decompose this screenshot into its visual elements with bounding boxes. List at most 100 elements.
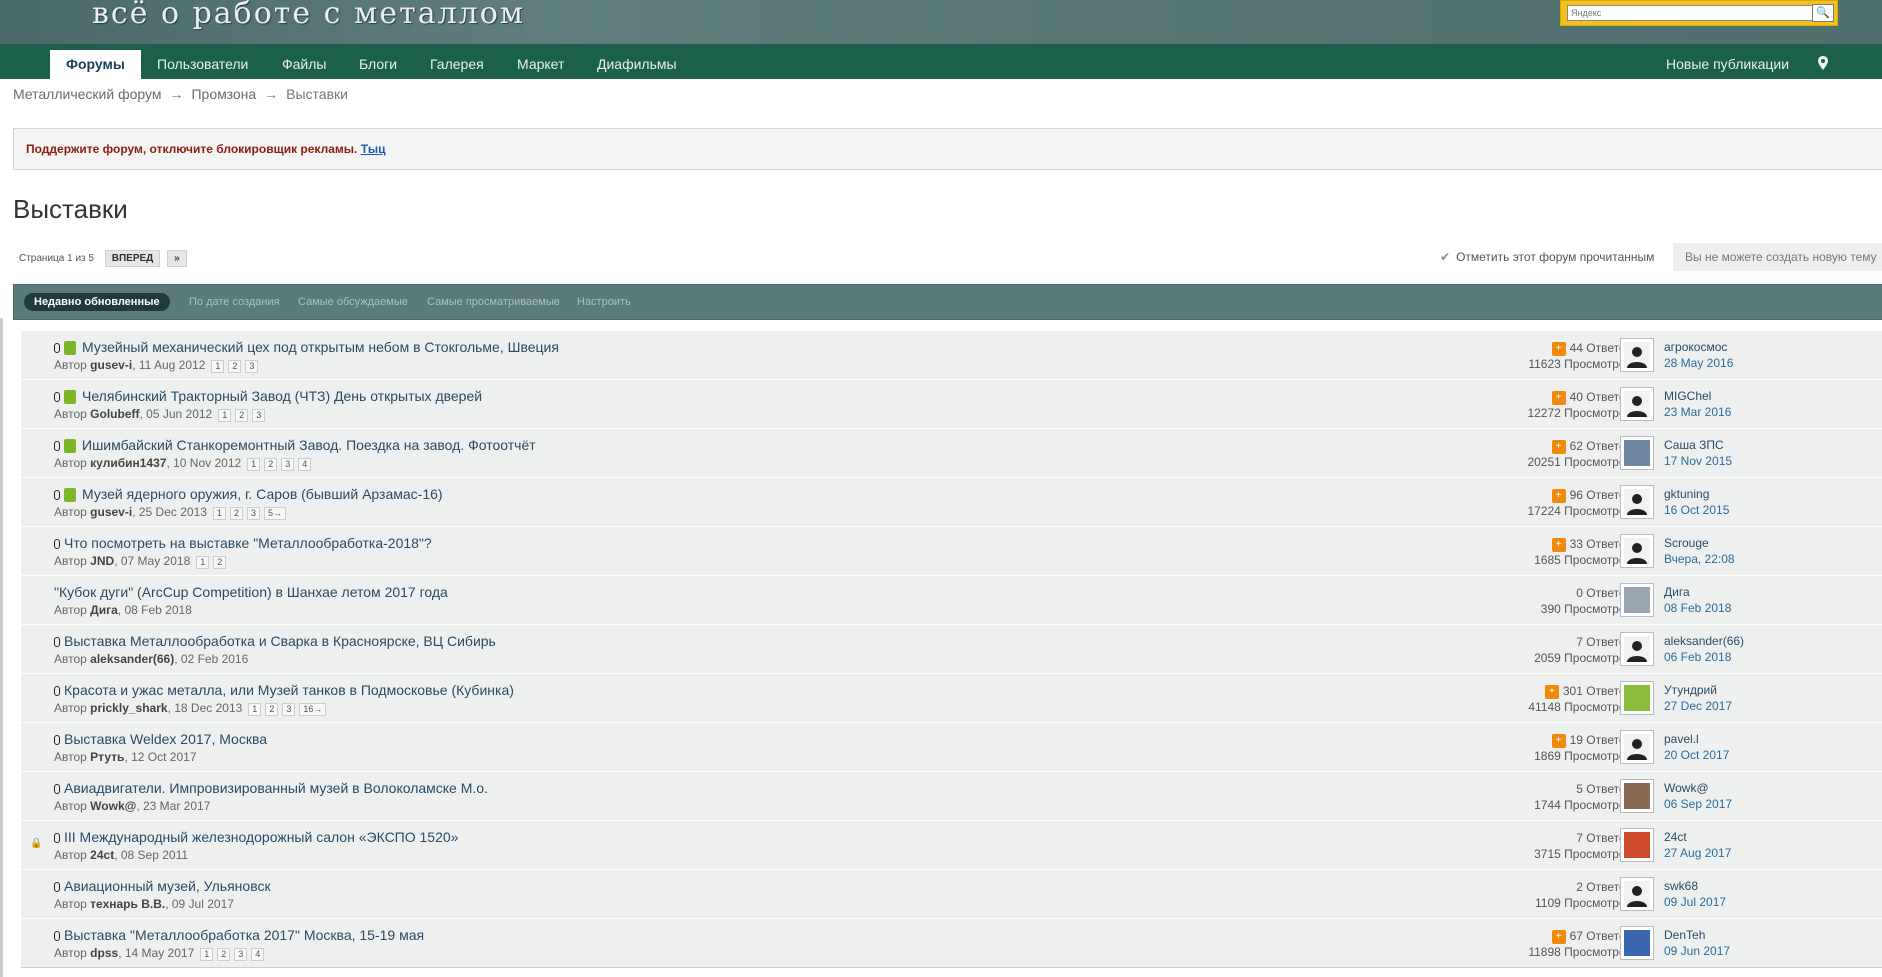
topic-title-link[interactable]: III Международный железнодорожный салон …	[64, 829, 458, 845]
topic-author[interactable]: Ртуть	[90, 750, 124, 764]
topic-page-link[interactable]: 2	[264, 458, 278, 471]
filter-recently-updated[interactable]: Недавно обновленные	[24, 293, 170, 311]
last-post-date[interactable]: 23 Mar 2016	[1664, 404, 1731, 420]
nav-tab-filmstrips[interactable]: Диафильмы	[581, 50, 693, 79]
notice-link[interactable]: Тыц	[361, 142, 386, 156]
nav-tab-market[interactable]: Маркет	[501, 50, 580, 79]
topic-author[interactable]: Wowk@	[90, 799, 136, 813]
last-post-user[interactable]: swk68	[1664, 878, 1726, 894]
avatar[interactable]	[1620, 436, 1654, 470]
topic-author[interactable]: Дига	[90, 603, 118, 617]
filter-by-creation-date[interactable]: По дате создания	[189, 293, 280, 311]
breadcrumb-promzona[interactable]: Промзона	[191, 86, 256, 102]
breadcrumb-metal-forum[interactable]: Металлический форум	[13, 86, 161, 102]
topic-page-link[interactable]: 1	[200, 948, 214, 961]
topic-page-link[interactable]: 3	[245, 360, 259, 373]
last-post-user[interactable]: aleksander(66)	[1664, 633, 1744, 649]
nav-tab-gallery[interactable]: Галерея	[414, 50, 500, 79]
topic-page-link[interactable]: 2	[228, 360, 242, 373]
avatar[interactable]	[1620, 926, 1654, 960]
filter-most-discussed[interactable]: Самые обсуждаемые	[298, 293, 408, 311]
last-post-date[interactable]: 16 Oct 2015	[1664, 502, 1729, 518]
topic-title-link[interactable]: Выставка Weldex 2017, Москва	[64, 731, 267, 747]
avatar[interactable]	[1620, 387, 1654, 421]
avatar[interactable]	[1620, 534, 1654, 568]
mark-forum-read[interactable]: ✔ Отметить этот форум прочитанным	[1440, 250, 1654, 264]
last-post-user[interactable]: MIGChel	[1664, 388, 1731, 404]
topic-author[interactable]: 24ct	[90, 848, 114, 862]
topic-title-link[interactable]: Что посмотреть на выставке "Металлообраб…	[64, 535, 432, 551]
filter-customize[interactable]: Настроить	[577, 293, 631, 311]
nav-tab-blogs[interactable]: Блоги	[343, 50, 413, 79]
cannot-create-topic-button[interactable]: Вы не можете создать новую тему	[1673, 243, 1882, 271]
topic-page-link[interactable]: 4	[298, 458, 312, 471]
avatar[interactable]	[1620, 338, 1654, 372]
topic-page-link[interactable]: 3	[234, 948, 248, 961]
nav-tab-forums[interactable]: Форумы	[50, 50, 141, 79]
topic-author[interactable]: gusev-i	[90, 505, 132, 519]
last-post-user[interactable]: 24ct	[1664, 829, 1731, 845]
topic-author[interactable]: prickly_shark	[90, 701, 167, 715]
topic-author[interactable]: кулибин1437	[90, 456, 166, 470]
topic-title-link[interactable]: Красота и ужас металла, или Музей танков…	[64, 682, 514, 698]
last-post-date[interactable]: 08 Feb 2018	[1664, 600, 1731, 616]
topic-page-link[interactable]: 3	[252, 409, 266, 422]
topic-page-link[interactable]: 2	[217, 948, 231, 961]
last-post-user[interactable]: агрокосмос	[1664, 339, 1733, 355]
topic-title-link[interactable]: Авиационный музей, Ульяновск	[64, 878, 271, 894]
last-post-user[interactable]: Wowk@	[1664, 780, 1732, 796]
topic-title-link[interactable]: Музей ядерного оружия, г. Саров (бывший …	[82, 486, 443, 502]
nav-tab-users[interactable]: Пользователи	[141, 50, 264, 79]
location-pin-icon[interactable]	[1818, 56, 1828, 70]
last-post-date[interactable]: 27 Dec 2017	[1664, 698, 1732, 714]
topic-page-link[interactable]: 4	[251, 948, 265, 961]
site-logo-text[interactable]: всё о работе с металлом	[92, 0, 525, 31]
topic-author[interactable]: технарь В.В.	[90, 897, 165, 911]
topic-page-link[interactable]: 3	[282, 703, 296, 716]
topic-title-link[interactable]: Выставка Металлообработка и Сварка в Кра…	[64, 633, 496, 649]
topic-page-link[interactable]: 1	[196, 556, 210, 569]
last-page-button[interactable]: »	[167, 250, 187, 267]
topic-author[interactable]: gusev-i	[90, 358, 132, 372]
avatar[interactable]	[1620, 485, 1654, 519]
avatar[interactable]	[1620, 583, 1654, 617]
search-button[interactable]: 🔍	[1812, 4, 1834, 22]
topic-page-link[interactable]: 1	[212, 507, 226, 520]
topic-title-link[interactable]: Выставка "Металлообработка 2017" Москва,…	[64, 927, 424, 943]
next-page-button[interactable]: ВПЕРЕД	[104, 250, 161, 267]
filter-most-viewed[interactable]: Самые просматриваемые	[427, 293, 560, 311]
topic-author[interactable]: dpss	[90, 946, 118, 960]
topic-page-link[interactable]: 2	[235, 409, 249, 422]
last-post-user[interactable]: pavel.l	[1664, 731, 1729, 747]
search-input[interactable]	[1567, 5, 1813, 21]
last-post-user[interactable]: DenTeh	[1664, 927, 1730, 943]
topic-author[interactable]: Golubeff	[90, 407, 139, 421]
last-post-date[interactable]: 06 Sep 2017	[1664, 796, 1732, 812]
topic-title-link[interactable]: Ишимбайский Станкоремонтный Завод. Поезд…	[82, 437, 536, 453]
topic-page-link[interactable]: 16→	[299, 703, 327, 716]
last-post-date[interactable]: 20 Oct 2017	[1664, 747, 1729, 763]
last-post-user[interactable]: Дига	[1664, 584, 1731, 600]
last-post-user[interactable]: Scrouge	[1664, 535, 1735, 551]
topic-page-link[interactable]: 3	[246, 507, 260, 520]
topic-author[interactable]: JND	[90, 554, 114, 568]
topic-author[interactable]: aleksander(66)	[90, 652, 174, 666]
last-post-date[interactable]: Вчера, 22:08	[1664, 551, 1735, 567]
topic-page-link[interactable]: 2	[265, 703, 279, 716]
topic-page-link[interactable]: 3	[281, 458, 295, 471]
topic-page-link[interactable]: 1	[211, 360, 225, 373]
topic-page-link[interactable]: 5→	[263, 507, 286, 520]
last-post-date[interactable]: 17 Nov 2015	[1664, 453, 1732, 469]
last-post-date[interactable]: 27 Aug 2017	[1664, 845, 1731, 861]
topic-page-link[interactable]: 1	[247, 458, 261, 471]
last-post-user[interactable]: gktuning	[1664, 486, 1729, 502]
last-post-date[interactable]: 09 Jun 2017	[1664, 943, 1730, 959]
topic-page-link[interactable]: 2	[229, 507, 243, 520]
avatar[interactable]	[1620, 779, 1654, 813]
last-post-date[interactable]: 09 Jul 2017	[1664, 894, 1726, 910]
topic-page-link[interactable]: 1	[248, 703, 262, 716]
topic-page-link[interactable]: 2	[213, 556, 227, 569]
avatar[interactable]	[1620, 681, 1654, 715]
nav-tab-files[interactable]: Файлы	[266, 50, 342, 79]
topic-page-link[interactable]: 1	[218, 409, 232, 422]
